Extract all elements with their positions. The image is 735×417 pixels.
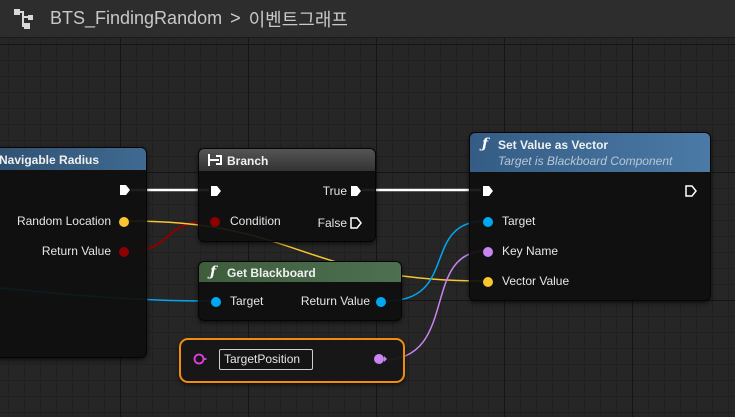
random-location-pin[interactable] [118, 216, 130, 228]
target-label: Target [502, 214, 536, 228]
variable-name: TargetPosition [224, 352, 301, 366]
navigable-radius-node[interactable]: Navigable Radius Random Location Return … [0, 147, 147, 358]
target-label: Target [230, 294, 264, 308]
return-value-label: Return Value [300, 294, 370, 308]
true-exec-pin[interactable] [350, 185, 362, 197]
target-pin[interactable] [210, 296, 222, 308]
true-label: True [322, 184, 347, 198]
exec-in-pin[interactable] [482, 185, 494, 197]
exec-out-pin[interactable] [685, 185, 697, 197]
node-title: Navigable Radius [0, 153, 100, 167]
return-value-label: Return Value [41, 244, 111, 258]
key-name-label: Key Name [502, 244, 559, 258]
node-header: ƒ Set Value as Vector Target is Blackboa… [470, 133, 710, 172]
return-value-pin[interactable] [118, 246, 130, 258]
node-title: Get Blackboard [227, 266, 316, 280]
node-title: Branch [227, 154, 269, 168]
return-value-pin[interactable] [375, 296, 387, 308]
exec-out-pin[interactable] [119, 184, 131, 196]
branch-icon [208, 154, 222, 166]
variable-marker-icon [193, 353, 207, 365]
condition-label: Condition [230, 214, 281, 228]
random-location-label: Random Location [16, 214, 111, 228]
false-label: False [317, 216, 347, 230]
false-exec-pin[interactable] [350, 217, 362, 229]
target-position-variable-node[interactable]: TargetPosition [179, 338, 405, 383]
node-title: Set Value as Vector [498, 138, 609, 152]
node-header: Branch [199, 149, 375, 171]
key-name-pin[interactable] [482, 246, 494, 258]
vector-value-pin[interactable] [482, 276, 494, 288]
target-pin[interactable] [482, 216, 494, 228]
vector-value-label: Vector Value [502, 274, 570, 288]
variable-output-pin[interactable] [373, 353, 387, 365]
exec-in-pin[interactable] [210, 185, 222, 197]
function-icon: ƒ [210, 264, 217, 280]
node-subtitle: Target is Blackboard Component [498, 154, 673, 168]
set-value-as-vector-node[interactable]: ƒ Set Value as Vector Target is Blackboa… [469, 132, 711, 301]
variable-name-box[interactable]: TargetPosition [219, 349, 313, 370]
get-blackboard-node[interactable]: ƒ Get Blackboard Target Return Value [198, 261, 402, 321]
node-header: Navigable Radius [0, 148, 146, 170]
branch-node[interactable]: Branch Condition True False [198, 148, 376, 242]
condition-pin[interactable] [209, 216, 221, 228]
function-icon: ƒ [482, 136, 489, 152]
node-header: ƒ Get Blackboard [199, 262, 401, 282]
